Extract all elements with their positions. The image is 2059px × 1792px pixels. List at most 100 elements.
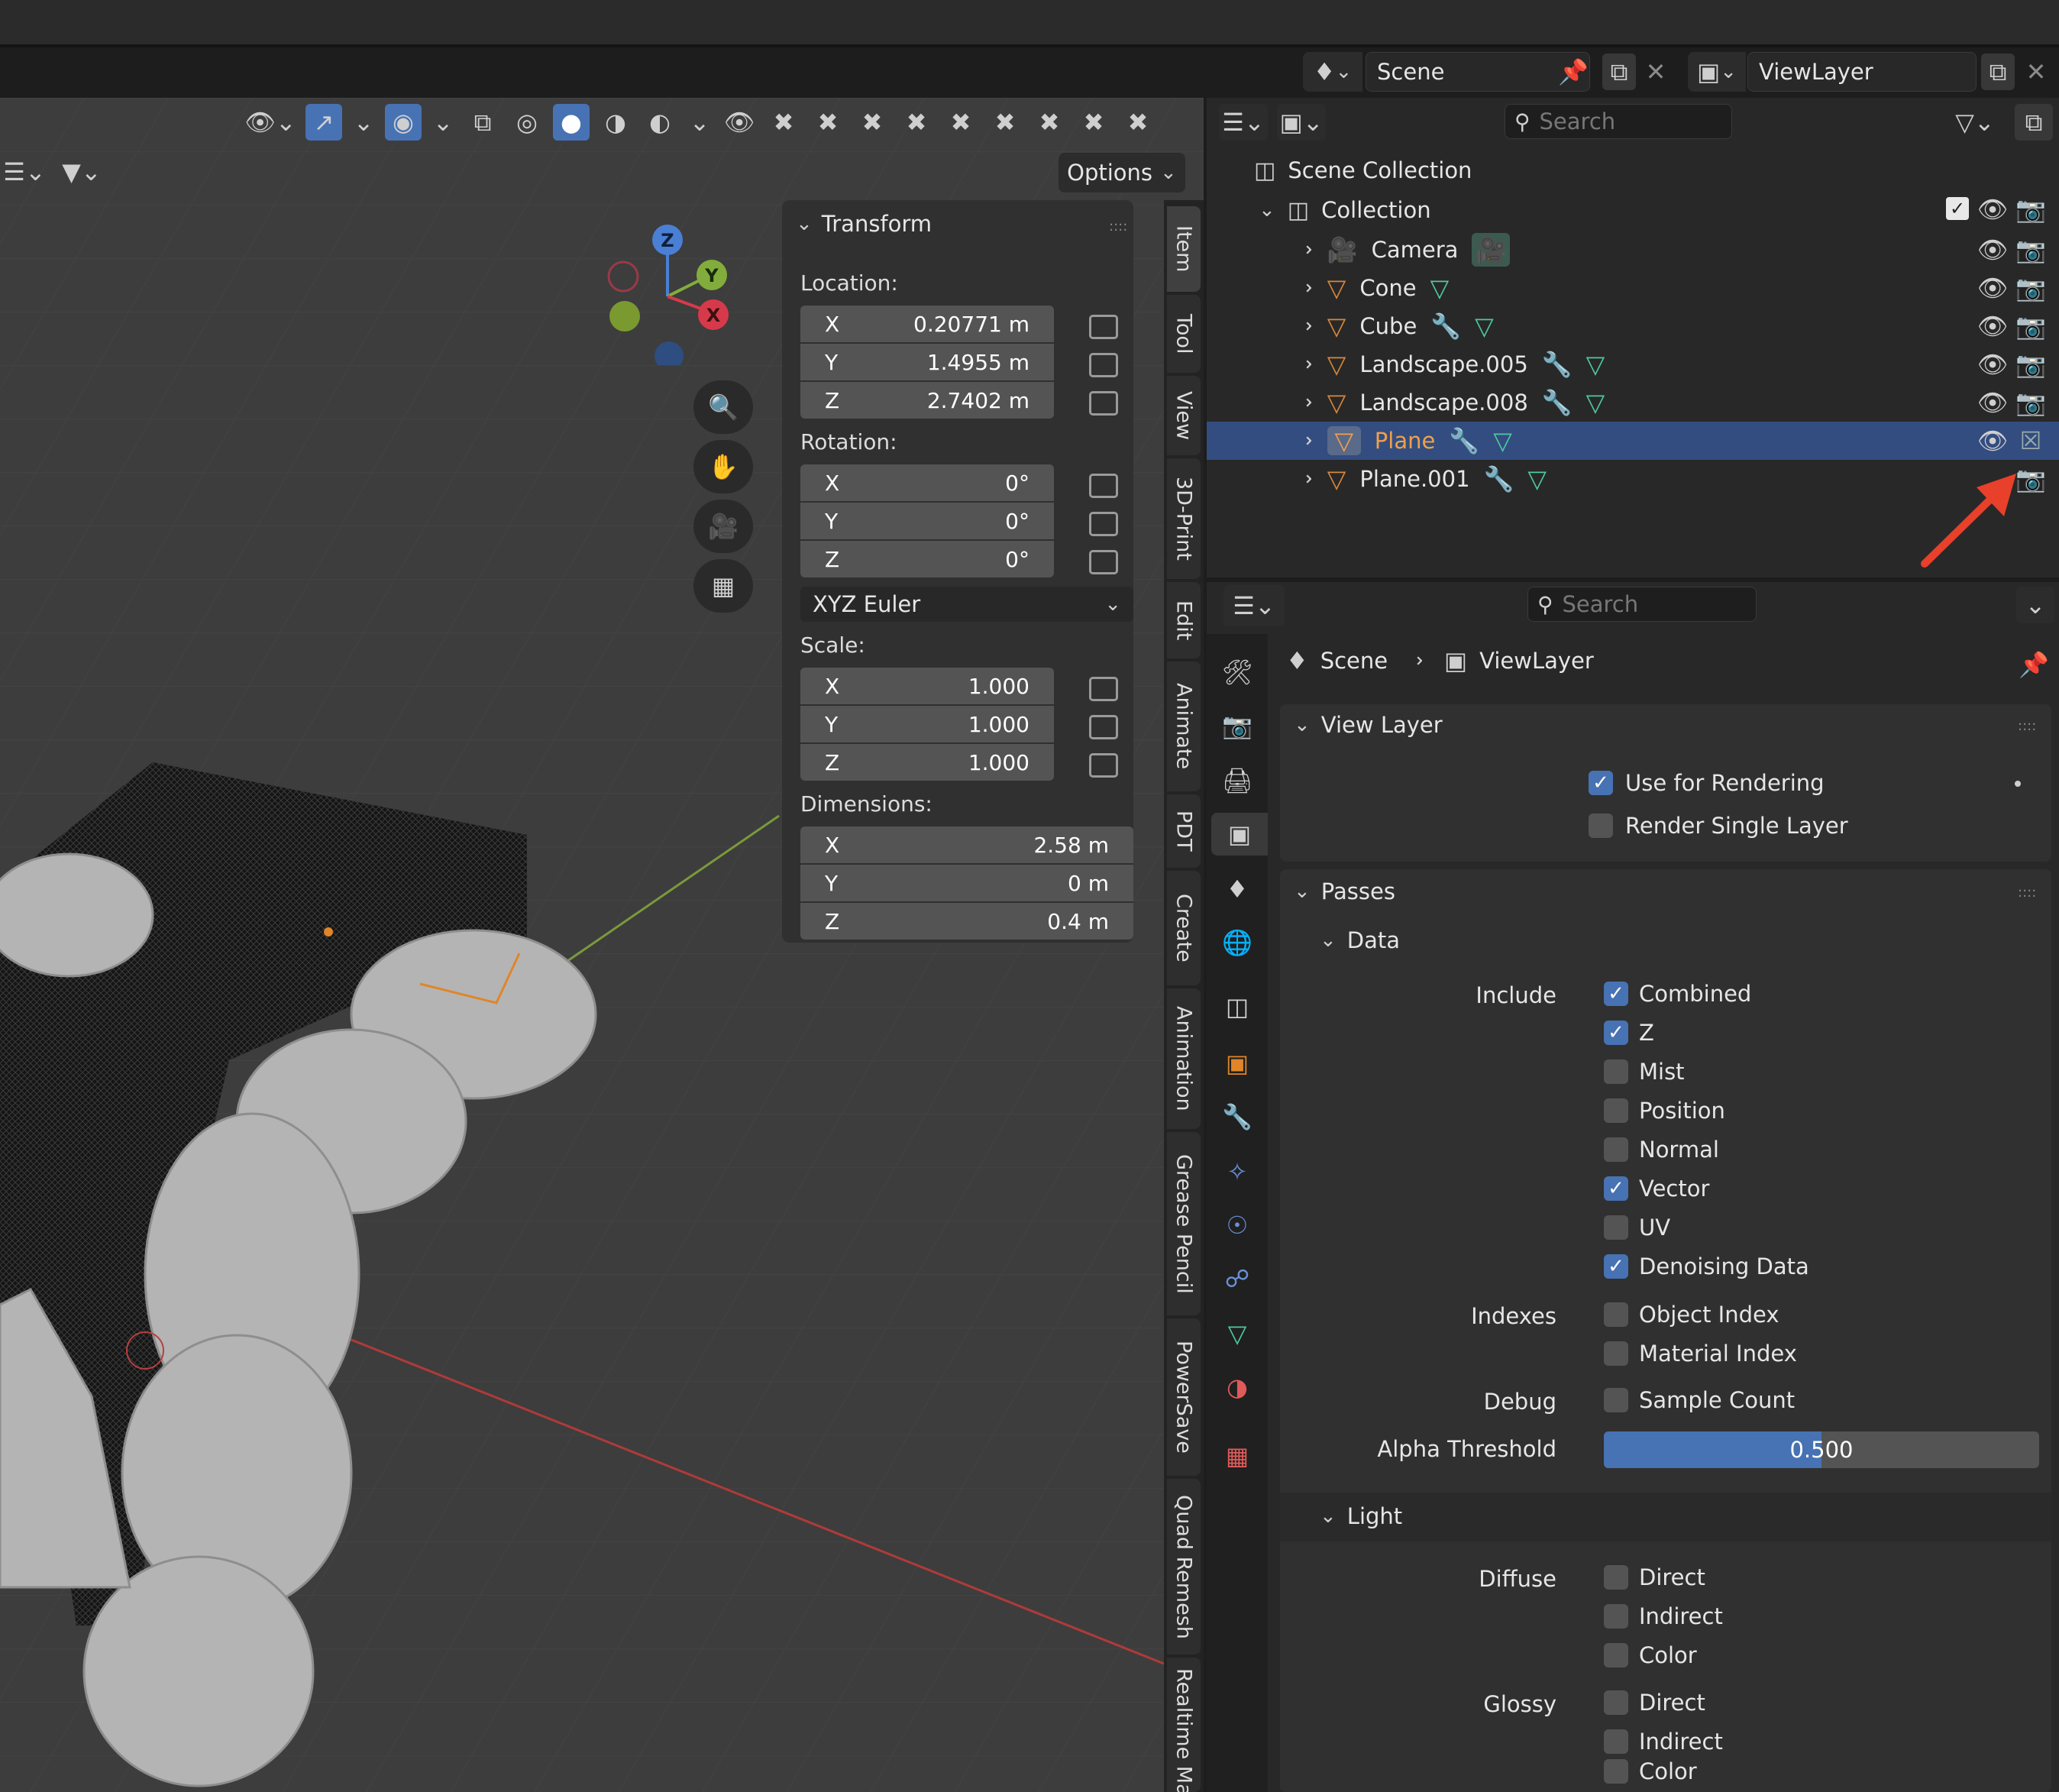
tab-grease-pencil[interactable]: Grease Pencil [1167,1132,1201,1315]
eye-icon[interactable]: 👁 [1975,231,2010,269]
tab-pdt[interactable]: PDT [1167,794,1201,868]
new-scene-icon[interactable]: ⧉ [1602,53,1636,90]
view-layer-header[interactable]: ⌄ View Layer [1294,712,1443,738]
scale-z-field[interactable]: Z 1.000 [800,744,1054,781]
pass-normal[interactable]: Normal [1604,1137,1719,1163]
lock-icon[interactable] [1089,715,1118,739]
checkbox[interactable] [1604,1565,1628,1590]
rotation-mode-dropdown[interactable]: XYZ Euler ⌄ [800,587,1133,622]
wireframe-shading-icon[interactable]: ◎ [509,108,545,137]
diffuse-color[interactable]: Color [1604,1642,1697,1668]
dimensions-x-field[interactable]: X 2.58 m [800,826,1133,863]
eye-icon[interactable]: 👁 [1975,345,2010,383]
glossy-indirect[interactable]: Indirect [1604,1729,1723,1755]
addon-toggle-icon[interactable]: ✖ [942,108,979,137]
passes-header[interactable]: ⌄ Passes [1294,878,1395,904]
checkbox[interactable]: ✓ [1604,982,1628,1006]
pass-mist[interactable]: Mist [1604,1059,1685,1085]
pin-icon[interactable]: 📌 [1558,57,1589,87]
use-for-rendering-checkbox[interactable]: ✓ [1589,771,1613,795]
keyframe-dot-icon[interactable] [2015,781,2021,787]
collection-row[interactable]: ⌄ ◫ Collection [1207,191,2059,229]
checkbox[interactable] [1604,1098,1628,1123]
output-settings-icon[interactable]: 🖨 [1214,759,1260,802]
camera-data-icon[interactable]: 🎥 [1472,233,1511,267]
chevron-down-icon[interactable]: ⌄ [686,108,713,137]
mesh-data-icon[interactable]: ▽ [1527,464,1547,493]
editor-type-dropdown[interactable]: ☰⌄ [1223,585,1285,626]
view-layer-settings-icon[interactable]: ▣ [1211,813,1268,856]
pass-object-index[interactable]: Object Index [1604,1302,1779,1328]
checkbox[interactable] [1604,1302,1628,1327]
pass-uv[interactable]: UV [1604,1215,1670,1240]
pin-icon[interactable]: 📌 [2016,646,2051,683]
physics-icon[interactable]: ☉ [1214,1204,1260,1247]
exclude-checkbox[interactable]: ✓ [1946,197,1969,220]
tab-powersave[interactable]: PowerSave [1167,1318,1201,1476]
pass-combined[interactable]: ✓ Combined [1604,981,1751,1007]
addon-toggle-icon[interactable]: ✖ [1075,108,1112,137]
wrench-modifier-icon[interactable]: 🔧 [1449,426,1479,455]
eye-icon[interactable]: 👁 [1975,269,2010,307]
zoom-icon[interactable]: 🔍 [693,380,753,434]
lock-icon[interactable] [1089,512,1118,536]
checkbox[interactable] [1604,1388,1628,1412]
data-subpanel-header[interactable]: ⌄ Data [1320,927,1400,953]
checkbox[interactable] [1604,1341,1628,1366]
lock-icon[interactable] [1089,315,1118,339]
lock-icon[interactable] [1089,353,1118,377]
pan-hand-icon[interactable]: ✋ [693,440,753,493]
scale-y-field[interactable]: Y 1.000 [800,706,1054,742]
camera-render-icon[interactable]: 📷 [2013,307,2048,345]
particles-icon[interactable]: ✧ [1214,1150,1260,1193]
drag-handle-icon[interactable]: :::: [2018,885,2036,901]
eye-icon[interactable]: 👁 [1975,191,2010,228]
alpha-threshold-slider[interactable]: 0.500 [1604,1431,2039,1468]
pass-denoising-data[interactable]: ✓ Denoising Data [1604,1253,1809,1279]
glossy-color[interactable]: Color [1604,1758,1697,1784]
camera-render-icon[interactable]: 📷 [2013,269,2048,307]
collection-settings-icon[interactable]: ◫ [1214,985,1260,1028]
chevron-down-icon[interactable]: ⌄ [2016,587,2054,623]
checkbox[interactable] [1604,1690,1628,1715]
modifier-wrench-icon[interactable]: 🔧 [1214,1095,1260,1138]
camera-view-icon[interactable]: 🎥 [693,500,753,553]
light-subpanel-header[interactable]: ⌄ Light [1320,1503,1402,1529]
checkbox[interactable] [1604,1215,1628,1240]
scene-settings-icon[interactable]: ♦ [1214,868,1260,911]
eye-icon[interactable]: 👁 [1975,307,2010,345]
outliner-item[interactable]: ⌄ ▽ Landscape.008 🔧 ▽ [1207,383,2059,422]
close-icon[interactable]: ✕ [2019,53,2053,90]
chevron-down-icon[interactable]: ⌄ [429,108,457,137]
scene-collection-row[interactable]: ◫ Scene Collection [1207,151,2059,189]
addon-toggle-icon[interactable]: ✖ [810,108,846,137]
viewlayer-mode-dropdown[interactable]: ▣⌄ [1277,104,1326,141]
xray-icon[interactable]: ⧉ [464,108,501,137]
lock-icon[interactable] [1089,550,1118,574]
tab-create[interactable]: Create [1167,871,1201,985]
checkbox[interactable] [1604,1137,1628,1162]
checkbox[interactable]: ✓ [1604,1254,1628,1279]
checkbox[interactable]: ✓ [1604,1176,1628,1201]
outliner-search-input[interactable]: ⚲ Search [1505,104,1732,139]
rotation-z-field[interactable]: Z 0° [800,541,1054,577]
display-mode-dropdown[interactable]: ☰⌄ [1219,104,1268,141]
diffuse-indirect[interactable]: Indirect [1604,1603,1723,1629]
checkbox[interactable] [1604,1604,1628,1629]
tab-tool[interactable]: Tool [1167,295,1201,373]
addon-toggle-icon[interactable]: ✖ [898,108,935,137]
lock-icon[interactable] [1089,474,1118,498]
pass-z[interactable]: ✓ Z [1604,1020,1654,1046]
tab-animate[interactable]: Animate [1167,661,1201,791]
diffuse-direct[interactable]: Direct [1604,1564,1705,1590]
camera-render-icon[interactable]: 📷 [2013,383,2048,422]
lock-icon[interactable] [1089,753,1118,778]
wrench-modifier-icon[interactable]: 🔧 [1542,350,1573,379]
wrench-modifier-icon[interactable]: 🔧 [1484,464,1514,493]
location-z-field[interactable]: Z 2.7402 m [800,382,1054,419]
overlay-toggle-icon[interactable]: ◉ [385,104,422,141]
mesh-data-icon[interactable]: ▽ [1493,426,1512,455]
glossy-direct[interactable]: Direct [1604,1690,1705,1716]
camera-render-icon[interactable]: 📷 [2013,345,2048,383]
scene-type-dropdown[interactable]: ♦ ⌄ [1303,52,1362,92]
